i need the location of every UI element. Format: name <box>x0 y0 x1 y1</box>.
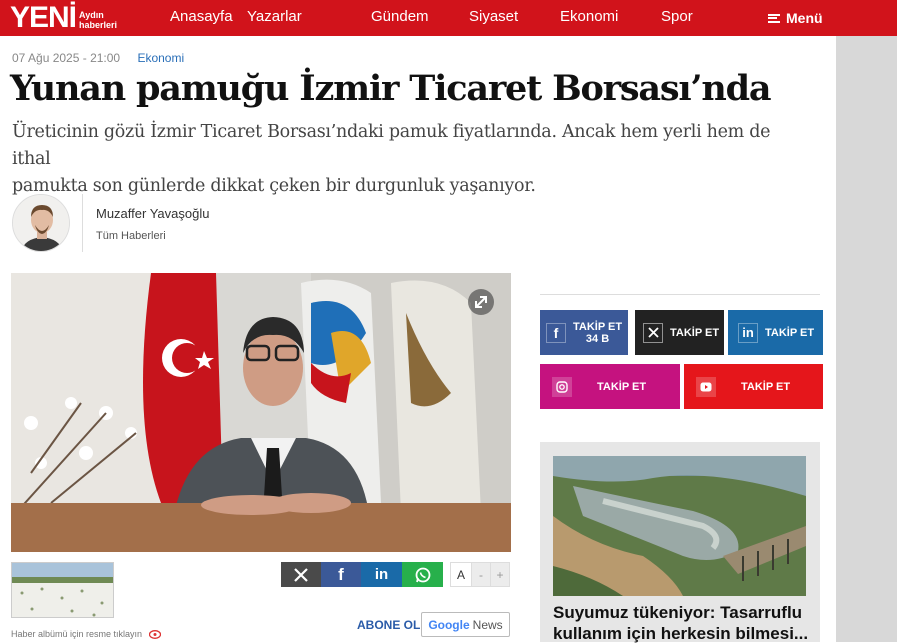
hero-photo <box>11 273 511 552</box>
sidebar-news-title-line2: kullanım için herkesin bilmesi... <box>553 624 809 643</box>
menu-button[interactable]: Menü <box>768 0 823 36</box>
instagram-icon <box>552 376 572 397</box>
expand-image-button[interactable] <box>468 289 494 315</box>
summary-line1: Üreticinin gözü İzmir Ticaret Borsası’nd… <box>12 122 771 169</box>
sidebar-news-image[interactable] <box>553 456 806 596</box>
logo-subtitle: Aydın haberleri <box>79 10 117 30</box>
facebook-follow-text: TAKİP ET 34 B <box>573 321 622 345</box>
follow-facebook-button[interactable]: f TAKİP ET 34 B <box>540 310 628 355</box>
instagram-follow-label: TAKİP ET <box>597 380 647 393</box>
abone-ol-label[interactable]: ABONE OL <box>357 618 420 632</box>
hamburger-icon <box>768 13 780 23</box>
x-follow-label: TAKİP ET <box>670 326 720 339</box>
sidebar-news-title[interactable]: Suyumuz tükeniyor: Tasarruflu kullanım i… <box>553 602 813 644</box>
article-summary: Üreticinin gözü İzmir Ticaret Borsası’nd… <box>12 119 812 200</box>
author-all-news-link[interactable]: Tüm Haberleri <box>96 230 166 242</box>
article-date: 07 Ağu 2025 - 21:00 <box>12 51 121 65</box>
album-note-text: Haber albümü için resme tıklayın <box>11 629 143 639</box>
site-logo[interactable]: YENİ Aydın haberleri <box>10 2 117 34</box>
nav-gundem[interactable]: Gündem <box>371 0 429 34</box>
font-decrease-button[interactable]: - <box>471 562 491 587</box>
article-meta: 07 Ağu 2025 - 21:00 Ekonomi <box>12 51 184 65</box>
sidebar-separator <box>540 294 820 295</box>
article-title: Yunan pamuğu İzmir Ticaret Borsası’nda <box>10 68 772 109</box>
youtube-icon <box>696 376 716 397</box>
news-word: News <box>472 617 503 632</box>
album-thumbnail[interactable] <box>11 562 114 618</box>
x-icon <box>294 567 308 582</box>
share-facebook-button[interactable]: f <box>321 562 361 587</box>
album-note: Haber albümü için resme tıklayın <box>11 629 161 640</box>
x-icon <box>643 322 663 343</box>
logo-word: YENİ <box>10 1 77 34</box>
whatsapp-icon <box>415 567 430 582</box>
follow-instagram-button[interactable]: TAKİP ET <box>540 364 680 409</box>
nav-anasayfa[interactable]: Anasayfa <box>170 0 233 34</box>
font-increase-button[interactable]: + <box>490 562 510 587</box>
cotton-field-thumb <box>12 563 113 617</box>
nav-ekonomi[interactable]: Ekonomi <box>560 0 618 34</box>
top-navbar <box>0 0 897 36</box>
share-whatsapp-button[interactable] <box>402 562 443 587</box>
author-photo <box>13 195 69 251</box>
author-divider <box>82 194 83 252</box>
share-linkedin-button[interactable]: in <box>361 562 402 587</box>
google-news-button[interactable]: Google News <box>421 612 510 637</box>
follow-x-button[interactable]: TAKİP ET <box>635 310 724 355</box>
facebook-icon: f <box>546 322 566 343</box>
article-category-link[interactable]: Ekonomi <box>137 51 184 65</box>
font-size-label[interactable]: A <box>450 562 472 587</box>
facebook-follow-label: TAKİP ET <box>573 320 623 333</box>
follow-youtube-button[interactable]: TAKİP ET <box>684 364 823 409</box>
google-wordmark: Google <box>428 617 470 632</box>
hero-image[interactable] <box>11 273 511 552</box>
linkedin-follow-label: TAKİP ET <box>765 326 815 339</box>
linkedin-icon: in <box>738 322 758 343</box>
eye-icon <box>148 630 161 640</box>
menu-label: Menü <box>786 10 823 26</box>
author-avatar[interactable] <box>12 194 70 252</box>
summary-line2: pamukta son günlerde dikkat çeken bir du… <box>12 176 536 196</box>
expand-icon <box>475 296 487 308</box>
logo-sub-line2: haberleri <box>79 20 118 30</box>
right-gutter <box>836 36 897 642</box>
share-x-button[interactable] <box>281 562 321 587</box>
linkedin-icon: in <box>374 566 389 583</box>
facebook-icon: f <box>338 564 344 584</box>
sidebar-news-title-line1: Suyumuz tükeniyor: Tasarruflu <box>553 603 803 622</box>
dam-photo <box>553 456 806 596</box>
nav-spor[interactable]: Spor <box>661 0 693 34</box>
follow-linkedin-button[interactable]: in TAKİP ET <box>728 310 823 355</box>
logo-sub-line1: Aydın <box>79 10 104 20</box>
facebook-follower-count: 34 B <box>585 332 610 345</box>
nav-yazarlar[interactable]: Yazarlar <box>247 0 302 34</box>
author-name[interactable]: Muzaffer Yavaşoğlu <box>96 206 209 221</box>
nav-siyaset[interactable]: Siyaset <box>469 0 518 34</box>
youtube-follow-label: TAKİP ET <box>741 380 791 393</box>
